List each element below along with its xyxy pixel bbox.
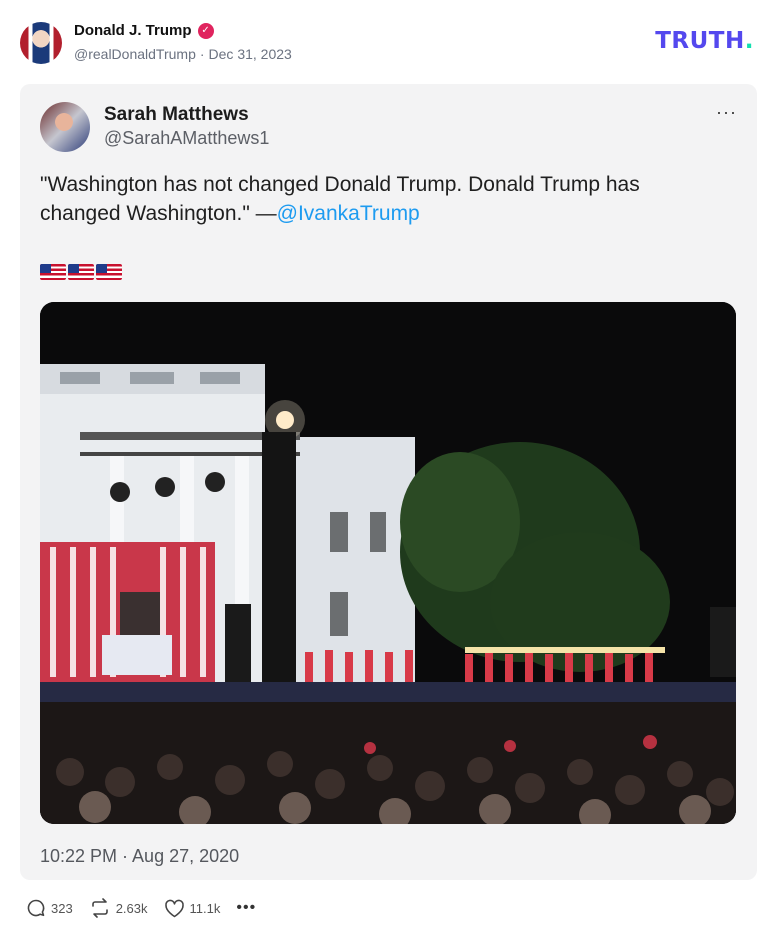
more-options-icon: •••	[236, 899, 257, 916]
quoted-timestamp: 10:22 PM · Aug 27, 2020	[40, 846, 240, 866]
post-actions: 323 2.63k 11.1k •••	[26, 898, 256, 918]
truth-logo[interactable]: TRUTH.	[655, 28, 754, 54]
quoted-author-avatar	[40, 102, 90, 152]
quoted-more-icon: ···	[716, 102, 737, 122]
reply-icon	[27, 899, 45, 917]
like-button[interactable]: 11.1k	[164, 899, 221, 918]
reply-count: 323	[51, 900, 73, 916]
verified-badge-icon: ✓	[197, 22, 214, 39]
logo-dot: .	[744, 28, 754, 54]
quoted-post-card[interactable]: Sarah Matthews @SarahAMatthews1 ··· "Was…	[20, 84, 757, 880]
event-photo[interactable]	[40, 302, 736, 824]
logo-text: TRUTH	[655, 28, 745, 54]
author-meta: @realDonaldTrump · Dec 31, 2023	[74, 46, 296, 62]
quoted-author-name: Sarah Matthews	[104, 104, 249, 125]
flag-emoji-row: 🇺🇸🇺🇸🇺🇸	[40, 264, 122, 280]
meta-separator: ·	[199, 46, 205, 62]
mention-link[interactable]: @IvankaTrump	[277, 202, 420, 225]
us-flag-icon	[96, 264, 122, 280]
event-photo-illustration	[40, 302, 736, 824]
author-name-row: Donald J. Trump ✓	[74, 22, 214, 39]
author-avatar[interactable]	[20, 22, 62, 64]
post-header: Donald J. Trump ✓ @realDonaldTrump · Dec 3…	[20, 20, 760, 68]
retruth-button[interactable]: 2.63k	[89, 898, 148, 918]
more-options-button[interactable]: •••	[236, 899, 256, 917]
retruth-count: 2.63k	[115, 900, 148, 916]
author-name[interactable]: Donald J. Trump	[74, 22, 192, 39]
author-handle[interactable]: @realDonaldTrump	[74, 46, 196, 62]
heart-icon	[164, 899, 184, 917]
us-flag-icon	[68, 264, 94, 280]
quoted-author-handle: @SarahAMatthews1	[104, 128, 270, 148]
post-date[interactable]: Dec 31, 2023	[209, 46, 292, 62]
reply-button[interactable]: 323	[26, 898, 73, 918]
us-flag-icon	[40, 264, 66, 280]
quoted-text: "Washington has not changed Donald Trump…	[40, 170, 720, 228]
like-count: 11.1k	[189, 900, 221, 916]
retruth-icon	[91, 898, 108, 918]
